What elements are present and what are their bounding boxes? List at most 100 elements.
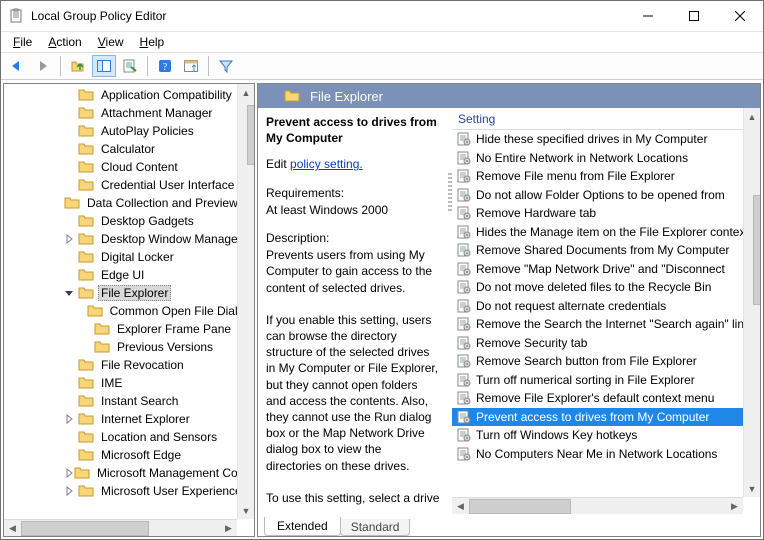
tab-extended[interactable]: Extended xyxy=(264,517,341,536)
maximize-button[interactable] xyxy=(671,1,717,31)
toolbar-sep xyxy=(147,56,148,76)
toolbar-sep xyxy=(208,56,209,76)
back-button[interactable] xyxy=(5,55,29,77)
tree-item[interactable]: Internet Explorer xyxy=(4,410,254,428)
options-button[interactable] xyxy=(179,55,203,77)
settings-list: Setting Hide these specified drives in M… xyxy=(452,108,760,514)
chevron-right-icon[interactable] xyxy=(64,414,78,424)
forward-button[interactable] xyxy=(31,55,55,77)
list-item-label: Turn off Windows Key hotkeys xyxy=(476,428,637,442)
tree-item[interactable]: Data Collection and Preview Builds xyxy=(4,194,254,212)
chevron-down-icon[interactable] xyxy=(64,288,78,298)
list-item[interactable]: Remove File Explorer's default context m… xyxy=(452,389,743,408)
edit-policy-link[interactable]: policy setting. xyxy=(290,157,363,171)
list-item[interactable]: Remove Shared Documents from My Computer xyxy=(452,241,743,260)
chevron-right-icon[interactable] xyxy=(64,486,78,496)
list-item[interactable]: Hides the Manage item on the File Explor… xyxy=(452,223,743,242)
tree-item[interactable]: AutoPlay Policies xyxy=(4,122,254,140)
list-item[interactable]: Remove Hardware tab xyxy=(452,204,743,223)
tree-item-label: Desktop Window Manager xyxy=(98,231,245,247)
tree-item[interactable]: Desktop Gadgets xyxy=(4,212,254,230)
tree-vscroll[interactable]: ▲ ▼ xyxy=(237,84,254,519)
help-button[interactable]: ? xyxy=(153,55,177,77)
tree-item[interactable]: Desktop Window Manager xyxy=(4,230,254,248)
list-header-setting[interactable]: Setting xyxy=(452,108,760,130)
scroll-thumb[interactable] xyxy=(469,499,571,514)
tree-item[interactable]: Attachment Manager xyxy=(4,104,254,122)
scroll-right-icon[interactable]: ▶ xyxy=(220,520,237,537)
tree-item[interactable]: File Explorer xyxy=(4,284,254,302)
tree-hscroll[interactable]: ◀ ▶ xyxy=(4,519,237,536)
properties-button[interactable] xyxy=(118,55,142,77)
policy-icon xyxy=(456,169,472,183)
list-item[interactable]: Remove Security tab xyxy=(452,334,743,353)
tree-item[interactable]: Calculator xyxy=(4,140,254,158)
list-item-label: Turn off numerical sorting in File Explo… xyxy=(476,373,695,387)
scroll-right-icon[interactable]: ▶ xyxy=(726,498,743,515)
list-item[interactable]: Turn off Windows Key hotkeys xyxy=(452,426,743,445)
list-item-label: Prevent access to drives from My Compute… xyxy=(476,410,709,424)
tree-item[interactable]: Common Open File Dialog xyxy=(4,302,254,320)
tab-standard[interactable]: Standard xyxy=(340,519,411,536)
tree-item[interactable]: Instant Search xyxy=(4,392,254,410)
tree-item[interactable]: IME xyxy=(4,374,254,392)
chevron-right-icon[interactable] xyxy=(64,468,74,478)
tree-item-label: Instant Search xyxy=(98,393,181,409)
scroll-left-icon[interactable]: ◀ xyxy=(4,520,21,537)
menu-view[interactable]: View xyxy=(90,33,132,51)
list-item[interactable]: Hide these specified drives in My Comput… xyxy=(452,130,743,149)
list-item-label: Do not allow Folder Options to be opened… xyxy=(476,188,725,202)
list-item[interactable]: Do not allow Folder Options to be opened… xyxy=(452,186,743,205)
menu-action[interactable]: Action xyxy=(40,33,89,51)
scroll-up-icon[interactable]: ▲ xyxy=(744,108,761,125)
policy-icon xyxy=(456,428,472,442)
list-item[interactable]: Do not move deleted files to the Recycle… xyxy=(452,278,743,297)
tree-item[interactable]: Digital Locker xyxy=(4,248,254,266)
scroll-thumb[interactable] xyxy=(753,195,760,305)
tree-item[interactable]: Previous Versions xyxy=(4,338,254,356)
folder-icon xyxy=(78,160,94,174)
tree[interactable]: Application CompatibilityAttachment Mana… xyxy=(4,84,254,502)
scroll-thumb[interactable] xyxy=(21,521,149,536)
view-tabs: Extended Standard xyxy=(258,514,760,536)
tree-item[interactable]: Application Compatibility xyxy=(4,86,254,104)
policy-icon xyxy=(456,373,472,387)
up-button[interactable] xyxy=(66,55,90,77)
list-item[interactable]: Turn off numerical sorting in File Explo… xyxy=(452,371,743,390)
menu-file[interactable]: File xyxy=(5,33,40,51)
list-item[interactable]: Prevent access to drives from My Compute… xyxy=(452,408,743,427)
scroll-up-icon[interactable]: ▲ xyxy=(238,84,255,101)
folder-icon xyxy=(94,340,110,354)
minimize-button[interactable] xyxy=(625,1,671,31)
scroll-down-icon[interactable]: ▼ xyxy=(238,502,255,519)
list-hscroll[interactable]: ◀ ▶ xyxy=(452,497,743,514)
close-button[interactable] xyxy=(717,1,763,31)
tree-item[interactable]: Explorer Frame Pane xyxy=(4,320,254,338)
filter-button[interactable] xyxy=(214,55,238,77)
menu-help[interactable]: Help xyxy=(132,33,173,51)
list-item[interactable]: Remove Search button from File Explorer xyxy=(452,352,743,371)
list-item[interactable]: Remove the Search the Internet "Search a… xyxy=(452,315,743,334)
tree-item[interactable]: Edge UI xyxy=(4,266,254,284)
tree-item[interactable]: Cloud Content xyxy=(4,158,254,176)
show-tree-button[interactable] xyxy=(92,55,116,77)
list-item[interactable]: No Computers Near Me in Network Location… xyxy=(452,445,743,464)
tree-item[interactable]: Microsoft Management Console xyxy=(4,464,254,482)
tree-item-label: Microsoft User Experience xyxy=(98,483,245,499)
scroll-thumb[interactable] xyxy=(247,105,255,165)
tree-item[interactable]: Microsoft User Experience xyxy=(4,482,254,500)
list-item[interactable]: Remove "Map Network Drive" and "Disconne… xyxy=(452,260,743,279)
chevron-right-icon[interactable] xyxy=(64,234,78,244)
list-item[interactable]: Remove File menu from File Explorer xyxy=(452,167,743,186)
list-vscroll[interactable]: ▲ ▼ xyxy=(743,108,760,497)
list-item[interactable]: Do not request alternate credentials xyxy=(452,297,743,316)
scroll-down-icon[interactable]: ▼ xyxy=(744,480,761,497)
list-body[interactable]: Hide these specified drives in My Comput… xyxy=(452,130,743,497)
tree-item[interactable]: Location and Sensors xyxy=(4,428,254,446)
tree-item[interactable]: File Revocation xyxy=(4,356,254,374)
tree-item[interactable]: Microsoft Edge xyxy=(4,446,254,464)
list-item[interactable]: No Entire Network in Network Locations xyxy=(452,149,743,168)
tree-item[interactable]: Credential User Interface xyxy=(4,176,254,194)
scroll-left-icon[interactable]: ◀ xyxy=(452,498,469,515)
folder-icon xyxy=(78,124,94,138)
